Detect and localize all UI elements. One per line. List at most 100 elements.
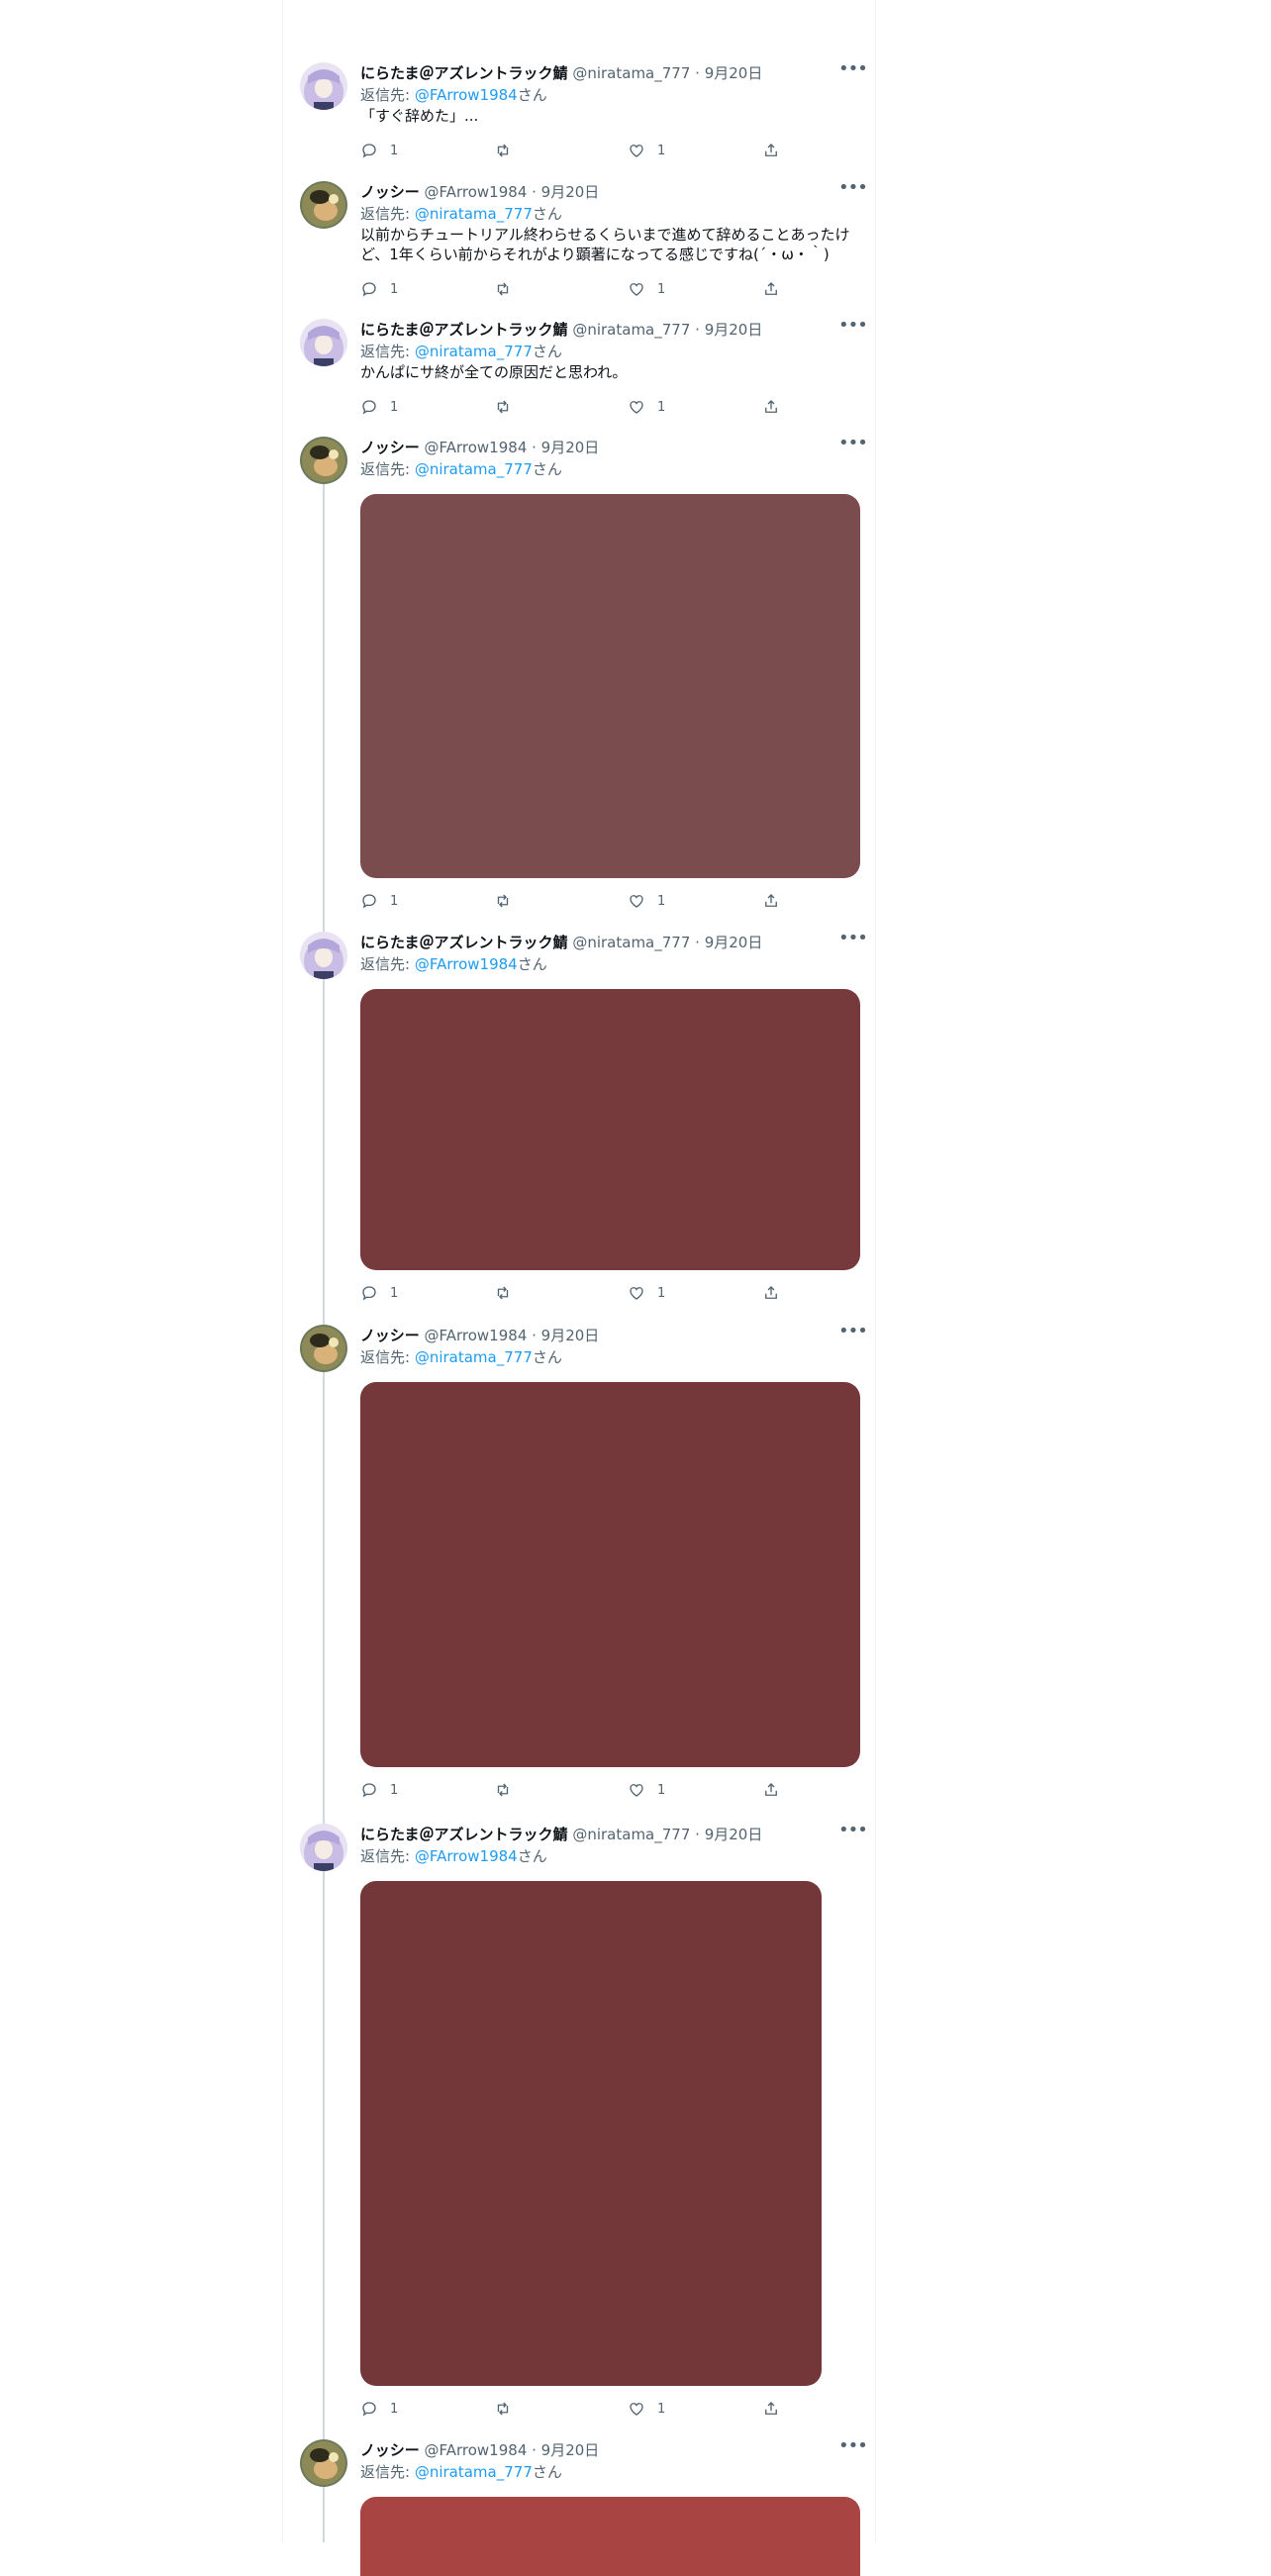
user-handle[interactable]: @niratama_777 (572, 934, 690, 951)
retweet-button[interactable] (494, 890, 512, 912)
tweet-actions: 1 1 (360, 1282, 860, 1304)
like-button[interactable]: 1 (628, 2398, 665, 2420)
meta-separator: · (527, 439, 541, 456)
retweet-button[interactable] (494, 1282, 512, 1304)
reply-to-link[interactable]: @FArrow1984 (415, 955, 518, 973)
retweet-button[interactable] (494, 396, 512, 418)
tweet-media[interactable] (360, 1881, 822, 2386)
tweet-date[interactable]: 9月20日 (541, 183, 600, 201)
display-name[interactable]: ノッシー (360, 2441, 420, 2459)
like-icon (630, 283, 643, 296)
more-icon[interactable]: ••• (838, 60, 868, 84)
reply-to-link[interactable]: @niratama_777 (415, 1348, 533, 1366)
display-name[interactable]: ノッシー (360, 439, 420, 456)
more-icon[interactable]: ••• (838, 317, 868, 341)
more-icon[interactable]: ••• (838, 435, 868, 458)
like-count: 1 (657, 893, 666, 909)
reply-prefix: 返信先: (360, 86, 415, 104)
tweet-media[interactable] (360, 1382, 860, 1767)
reply-to-link[interactable]: @FArrow1984 (415, 1847, 518, 1865)
more-icon[interactable]: ••• (838, 179, 868, 203)
retweet-icon (497, 894, 509, 908)
tweet-date[interactable]: 9月20日 (705, 1826, 763, 1843)
retweet-button[interactable] (494, 2398, 512, 2420)
retweet-button[interactable] (494, 140, 512, 161)
user-handle[interactable]: @niratama_777 (572, 321, 690, 339)
share-icon (765, 282, 777, 295)
reply-button[interactable]: 1 (360, 396, 398, 418)
avatar-farrow[interactable] (300, 437, 347, 484)
like-button[interactable]: 1 (628, 396, 665, 418)
user-handle[interactable]: @niratama_777 (572, 64, 690, 82)
tweet-header: にらたま＠アズレントラック鯖 @niratama_777 · 9月20日 ••• (360, 60, 868, 84)
more-icon[interactable]: ••• (838, 2437, 868, 2461)
reply-icon (362, 1783, 376, 1798)
user-handle[interactable]: @FArrow1984 (424, 2441, 527, 2459)
more-icon[interactable]: ••• (838, 930, 868, 953)
reply-to-link[interactable]: @niratama_777 (415, 205, 533, 223)
retweet-icon (497, 400, 509, 414)
like-button[interactable]: 1 (628, 1282, 665, 1304)
avatar-niratama[interactable] (300, 319, 347, 366)
tweet-date[interactable]: 9月20日 (541, 439, 600, 456)
like-count: 1 (657, 143, 666, 158)
display-name[interactable]: ノッシー (360, 1327, 420, 1344)
like-icon (630, 145, 643, 157)
retweet-button[interactable] (494, 1779, 512, 1801)
tweet-media[interactable] (360, 989, 860, 1270)
share-button[interactable] (762, 1779, 780, 1801)
like-button[interactable]: 1 (628, 140, 665, 161)
reply-context: 返信先: @FArrow1984さん (360, 84, 860, 106)
reply-context: 返信先: @niratama_777さん (360, 458, 860, 480)
avatar-farrow[interactable] (300, 2439, 347, 2487)
share-button[interactable] (762, 278, 780, 300)
user-handle[interactable]: @FArrow1984 (424, 1327, 527, 1344)
tweet-date[interactable]: 9月20日 (541, 1327, 600, 1344)
display-name[interactable]: にらたま＠アズレントラック鯖 (360, 321, 568, 339)
user-handle[interactable]: @FArrow1984 (424, 183, 527, 201)
reply-to-link[interactable]: @niratama_777 (415, 343, 533, 360)
share-button[interactable] (762, 890, 780, 912)
tweet-header: ノッシー @FArrow1984 · 9月20日 ••• (360, 435, 868, 458)
reply-icon (362, 1286, 376, 1301)
tweet-date[interactable]: 9月20日 (705, 321, 763, 339)
reply-button[interactable]: 1 (360, 1282, 398, 1304)
more-icon[interactable]: ••• (838, 1822, 868, 1845)
avatar-niratama[interactable] (300, 932, 347, 979)
reply-count: 1 (390, 1782, 399, 1798)
user-handle[interactable]: @niratama_777 (572, 1826, 690, 1843)
display-name[interactable]: ノッシー (360, 183, 420, 201)
avatar-niratama[interactable] (300, 1824, 347, 1871)
tweet-media[interactable] (360, 2497, 860, 2576)
reply-button[interactable]: 1 (360, 2398, 398, 2420)
more-icon[interactable]: ••• (838, 1323, 868, 1346)
share-button[interactable] (762, 396, 780, 418)
avatar-niratama[interactable] (300, 62, 347, 110)
reply-button[interactable]: 1 (360, 890, 398, 912)
retweet-button[interactable] (494, 278, 512, 300)
avatar-farrow[interactable] (300, 181, 347, 229)
display-name[interactable]: にらたま＠アズレントラック鯖 (360, 1826, 568, 1843)
reply-to-link[interactable]: @niratama_777 (415, 460, 533, 478)
display-name[interactable]: にらたま＠アズレントラック鯖 (360, 934, 568, 951)
retweet-icon (497, 1783, 509, 1797)
reply-to-link[interactable]: @niratama_777 (415, 2463, 533, 2481)
tweet-date[interactable]: 9月20日 (541, 2441, 600, 2459)
like-button[interactable]: 1 (628, 890, 665, 912)
tweet-media[interactable] (360, 494, 860, 878)
reply-button[interactable]: 1 (360, 1779, 398, 1801)
user-handle[interactable]: @FArrow1984 (424, 439, 527, 456)
reply-button[interactable]: 1 (360, 140, 398, 161)
share-button[interactable] (762, 1282, 780, 1304)
like-button[interactable]: 1 (628, 1779, 665, 1801)
like-button[interactable]: 1 (628, 278, 665, 300)
reply-to-link[interactable]: @FArrow1984 (415, 86, 518, 104)
share-button[interactable] (762, 140, 780, 161)
tweet-date[interactable]: 9月20日 (705, 934, 763, 951)
display-name[interactable]: にらたま＠アズレントラック鯖 (360, 64, 568, 82)
avatar-farrow[interactable] (300, 1325, 347, 1372)
reply-button[interactable]: 1 (360, 278, 398, 300)
reply-count: 1 (390, 143, 399, 158)
share-button[interactable] (762, 2398, 780, 2420)
tweet-date[interactable]: 9月20日 (705, 64, 763, 82)
